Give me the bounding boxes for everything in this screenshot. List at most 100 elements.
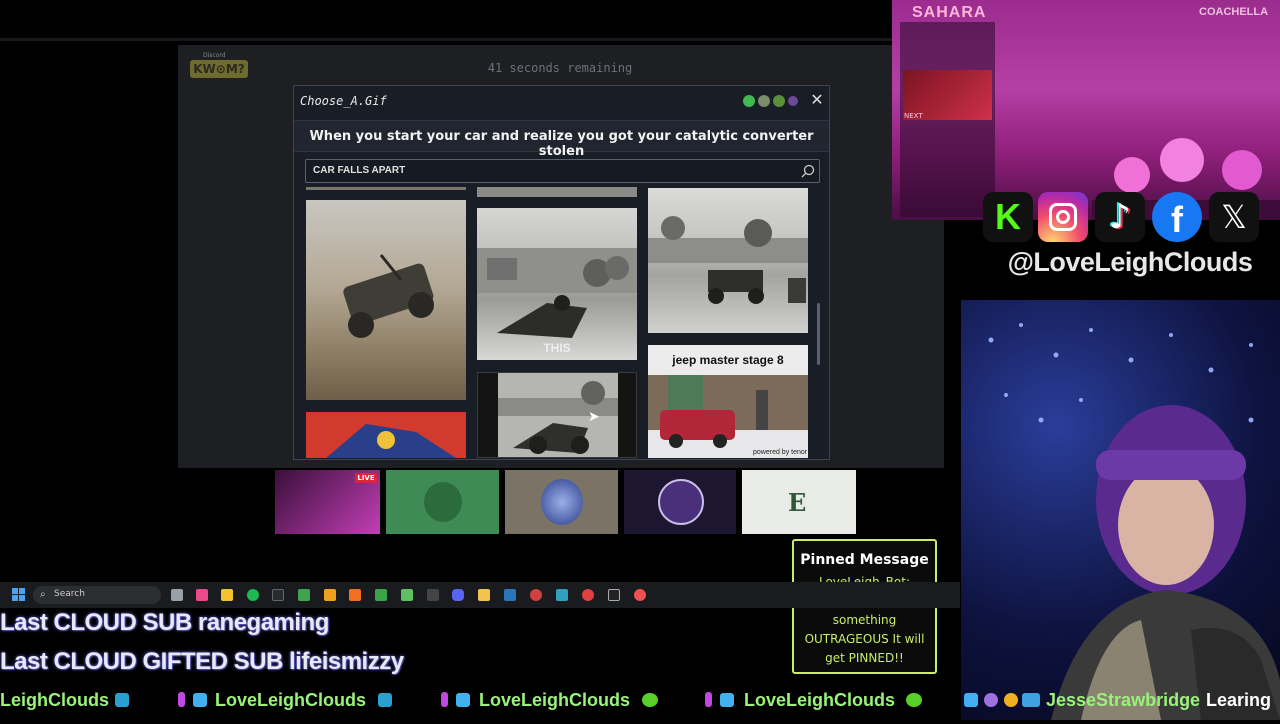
gif-tile[interactable] — [477, 187, 637, 197]
copilot-icon[interactable] — [196, 589, 208, 601]
spotify-icon[interactable] — [247, 589, 259, 601]
gif-caption: THIS — [543, 341, 571, 355]
badge-icon — [964, 693, 978, 707]
cube-icon — [720, 693, 734, 707]
microphone-icon — [178, 692, 185, 707]
x-twitter-icon: 𝕏 — [1209, 192, 1259, 242]
follower-suffix: Learing — [1206, 690, 1272, 710]
frog-icon — [642, 693, 658, 707]
windows-taskbar: ⌕ Search — [0, 582, 960, 608]
gif-bw-wreck[interactable]: ➤ — [477, 372, 637, 458]
microphone-icon — [705, 692, 712, 707]
cube-icon — [456, 693, 470, 707]
bw-crash-image — [477, 248, 637, 338]
last-sub-banner: Last CLOUD SUB ranegaming — [0, 609, 329, 636]
festival-logo: COACHELLA — [1199, 6, 1269, 18]
live-badge: LIVE — [355, 473, 377, 483]
gif-grid-scrollbar[interactable] — [817, 303, 820, 365]
badge-icon — [1022, 693, 1040, 707]
follower-name: JesseStrawbridge — [1046, 690, 1201, 710]
jeep-master-image — [648, 375, 808, 458]
chrome-icon[interactable] — [634, 589, 646, 601]
webcam-feed — [961, 300, 1280, 720]
task-view-icon[interactable] — [171, 589, 183, 601]
ticker-item: LoveLeighClouds — [744, 690, 896, 710]
minecraft-icon[interactable] — [298, 589, 310, 601]
vlc-icon[interactable] — [349, 589, 361, 601]
app-thumbnail-minecraft[interactable] — [386, 470, 499, 534]
gif-bw-car-road[interactable] — [648, 188, 808, 333]
sticky-notes-icon[interactable] — [221, 589, 233, 601]
epic-games-icon[interactable] — [427, 589, 439, 601]
mask-icon — [658, 479, 704, 525]
bits-icon — [1004, 693, 1018, 707]
gif-cartoon[interactable] — [306, 412, 466, 458]
chrome-icon[interactable] — [582, 589, 594, 601]
search-icon[interactable] — [800, 163, 816, 179]
discord-icon[interactable] — [452, 589, 464, 601]
bw-wreck-image — [498, 373, 618, 457]
chrome-icon[interactable] — [530, 589, 542, 601]
app-thumbnail-mask[interactable] — [624, 470, 736, 534]
play-icon[interactable] — [375, 589, 387, 601]
search-input-value: CAR FALLS APART — [313, 165, 406, 176]
windows-start-icon[interactable] — [12, 588, 26, 602]
tenor-attribution: powered by tenor — [753, 449, 808, 456]
gif-tile[interactable] — [306, 187, 466, 190]
lineup-sidebar: NEXT — [900, 22, 995, 217]
facebook-icon: f — [1152, 192, 1202, 242]
app-thumbnail-avatar[interactable] — [505, 470, 618, 534]
taskbar-search[interactable]: ⌕ Search — [33, 586, 161, 604]
bw-car-road-image — [648, 216, 808, 304]
globe-icon — [424, 482, 462, 522]
ticker-item: LoveLeighClouds — [479, 690, 631, 710]
stream-preview-thumbnail[interactable]: LIVE — [275, 470, 380, 534]
status-pending-icon — [788, 96, 798, 106]
app-icon[interactable] — [401, 589, 413, 601]
activity-logo: KW⊙M? — [190, 60, 248, 78]
taskbar-search-label: Search — [54, 589, 85, 599]
pinned-title: Pinned Message — [800, 552, 929, 568]
cloud-icon — [115, 693, 129, 707]
status-check-icon — [758, 95, 770, 107]
next-label: NEXT — [904, 112, 923, 120]
gif-search-input[interactable]: CAR FALLS APART — [305, 159, 820, 183]
activity-badge-caption: Discord — [203, 52, 226, 59]
app-icon[interactable] — [556, 589, 568, 601]
kick-icon: K — [983, 192, 1033, 242]
cartoon-image — [306, 412, 466, 458]
microphone-icon — [441, 692, 448, 707]
gif-jeep-master[interactable]: jeep master stage 8 powered by tenor — [648, 345, 808, 458]
avatar — [541, 479, 583, 525]
close-button[interactable]: ✕ — [809, 92, 825, 108]
window-top-bar — [0, 38, 895, 41]
status-check-icon — [773, 95, 785, 107]
search-icon: ⌕ — [40, 589, 46, 600]
status-check-icon — [743, 95, 755, 107]
dialog-title: Choose_A.Gif — [300, 94, 387, 108]
gif-jeep-flip[interactable] — [306, 200, 466, 400]
instagram-icon — [1038, 192, 1088, 242]
cloud-icon — [378, 693, 392, 707]
ticker-item: LeighClouds — [0, 690, 109, 710]
gif-bw-crash[interactable]: THIS — [477, 208, 637, 360]
app-thumbnail-logo[interactable]: E — [742, 470, 856, 534]
last-gifted-sub-banner: Last CLOUD GIFTED SUB lifeismizzy — [0, 648, 404, 675]
app-icon[interactable] — [324, 589, 336, 601]
steam-icon[interactable] — [504, 589, 516, 601]
prompt-bar: When you start your car and realize you … — [294, 120, 829, 159]
mouse-cursor-icon: ➤ — [588, 409, 600, 425]
tiktok-icon: ♪ — [1095, 192, 1145, 242]
streamer-image — [988, 323, 1280, 720]
frog-icon — [906, 693, 922, 707]
xbox-icon[interactable] — [272, 589, 284, 601]
file-explorer-icon[interactable] — [478, 589, 490, 601]
stage-name: SAHARA — [912, 4, 987, 21]
badge-icon — [984, 693, 998, 707]
countdown-timer: 41 seconds remaining — [487, 61, 633, 75]
gif-caption: jeep master stage 8 — [672, 353, 784, 367]
app-icon[interactable] — [608, 589, 620, 601]
jeep-flip-image — [343, 254, 434, 338]
cube-icon — [193, 693, 207, 707]
ticker-item: LoveLeighClouds — [215, 690, 367, 710]
